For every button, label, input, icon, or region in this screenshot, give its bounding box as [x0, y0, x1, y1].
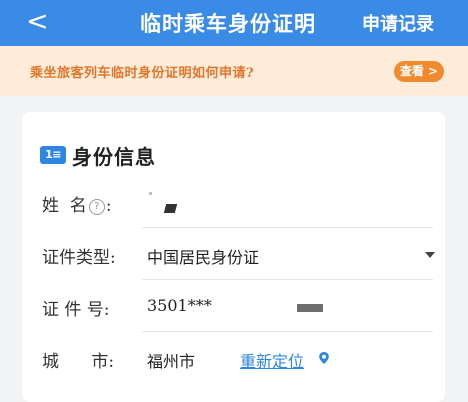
- id-number-mask: [297, 304, 323, 312]
- name-value-masked[interactable]: [149, 192, 199, 222]
- id-number-row[interactable]: 证 件 号: 3501***: [22, 280, 445, 332]
- id-number-label: 证 件 号:: [42, 300, 110, 320]
- application-records-button[interactable]: 申请记录: [362, 10, 434, 36]
- id-card-icon: 1≡: [40, 146, 66, 164]
- page-title: 临时乘车身份证明: [140, 11, 316, 36]
- relocate-link[interactable]: 重新定位: [240, 348, 304, 372]
- view-button[interactable]: 查看 >: [394, 61, 444, 82]
- top-bar: < 临时乘车身份证明 申请记录: [0, 0, 468, 46]
- city-row[interactable]: 城 市: 福州市 重新定位: [22, 332, 445, 384]
- id-number-value[interactable]: 3501***: [147, 296, 212, 315]
- city-value: 福州市: [147, 352, 196, 371]
- help-icon[interactable]: ?: [88, 198, 105, 215]
- notice-banner: 乘坐旅客列车临时身份证明如何申请? 查看 >: [0, 46, 468, 96]
- mask-dot: [149, 192, 152, 195]
- location-pin-icon[interactable]: [317, 351, 331, 365]
- mask-block: [163, 204, 178, 213]
- card-title: 身份信息: [72, 145, 156, 169]
- back-icon[interactable]: <: [26, 7, 49, 37]
- name-label: 姓 名?:: [42, 196, 112, 216]
- city-label: 城 市:: [42, 352, 115, 372]
- document-type-row[interactable]: 证件类型: 中国居民身份证: [22, 227, 445, 280]
- notice-text: 乘坐旅客列车临时身份证明如何申请?: [30, 66, 255, 81]
- identity-info-card: 1≡ 身份信息 姓 名?: 证件类型: 中国居民身份证 证 件 号: 3501*…: [22, 112, 445, 402]
- name-row[interactable]: 姓 名?:: [22, 176, 445, 228]
- divider: [142, 227, 433, 228]
- chevron-down-icon[interactable]: [425, 252, 435, 258]
- document-type-value[interactable]: 中国居民身份证: [147, 244, 259, 268]
- document-type-label: 证件类型:: [42, 248, 116, 268]
